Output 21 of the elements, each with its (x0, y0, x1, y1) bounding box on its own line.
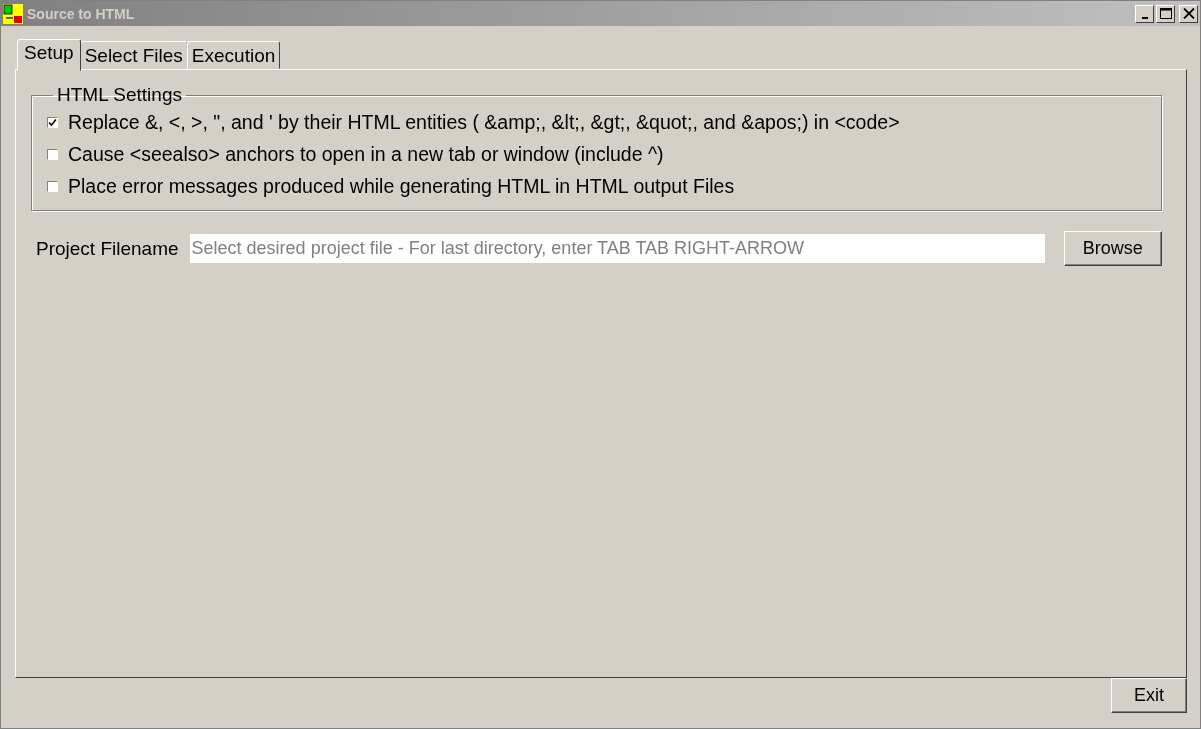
exit-button[interactable]: Exit (1111, 678, 1187, 713)
browse-button[interactable]: Browse (1063, 231, 1162, 266)
minimize-icon (1141, 16, 1148, 19)
tab[interactable]: Execution (186, 41, 281, 69)
option-label: Cause <seealso> anchors to open in a new tab or window (include ^) (68, 142, 664, 166)
checkbox[interactable] (47, 148, 58, 160)
minimize-button[interactable] (1135, 4, 1154, 23)
maximize-icon (1159, 8, 1172, 19)
app-icon (3, 3, 23, 24)
group-title: HTML Settings (56, 84, 183, 106)
window-title: Source to HTML (27, 5, 136, 22)
maximize-button[interactable] (1156, 4, 1175, 23)
option-label: Place error messages produced while generating HTML in HTML output Files (68, 174, 735, 198)
close-icon (1182, 8, 1195, 19)
field-label: Project Filename (36, 237, 179, 260)
checkbox[interactable] (47, 116, 58, 128)
checkbox[interactable] (47, 180, 58, 192)
tab[interactable]: Setup (17, 39, 81, 71)
close-button[interactable] (1179, 4, 1198, 23)
option-label: Replace &, <, >, ", and ' by their HTML entities ( &amp;, &lt;, &gt;, &quot;, and &apos;) in <code> (68, 110, 900, 134)
project-filename-field[interactable]: Select desired project file - For last directory, enter TAB TAB RIGHT-ARROW (188, 233, 1046, 264)
